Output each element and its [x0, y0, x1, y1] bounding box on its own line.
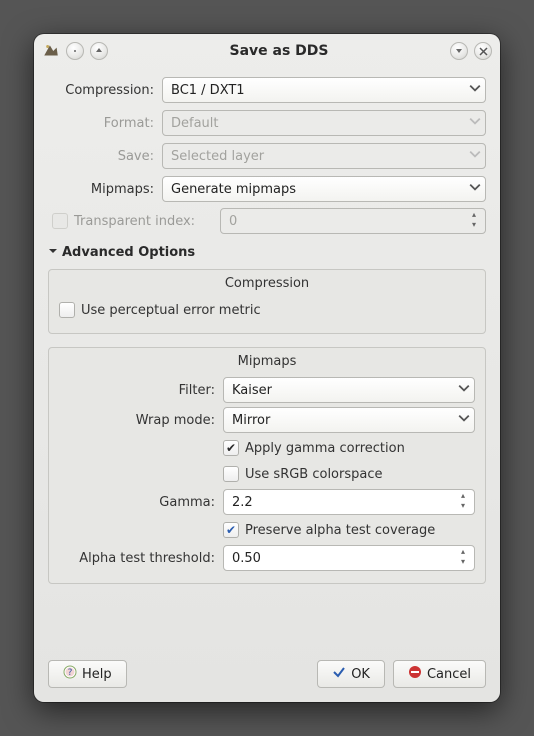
- maximize-button[interactable]: [90, 42, 108, 60]
- dropdown-value: Generate mipmaps: [171, 182, 296, 197]
- label-save: Save:: [48, 149, 156, 164]
- minimize-button[interactable]: [66, 42, 84, 60]
- checkbox-srgb[interactable]: [223, 466, 239, 482]
- label-gamma-correction: Apply gamma correction: [245, 441, 405, 456]
- dropdown-value: BC1 / DXT1: [171, 83, 245, 98]
- row-perceptual: Use perceptual error metric: [59, 297, 475, 323]
- row-gamma: Gamma: 2.2 ▴▾: [59, 487, 475, 517]
- spin-transparent-index: 0 ▴▾: [220, 208, 486, 234]
- row-gamma-correction: Apply gamma correction: [223, 435, 475, 461]
- help-button[interactable]: ? Help: [48, 660, 127, 688]
- row-wrap: Wrap mode: Mirror: [59, 405, 475, 435]
- button-label: OK: [351, 667, 370, 682]
- ok-icon: [332, 665, 346, 683]
- dialog-window: Save as DDS Compression: BC1 / DXT1 Form…: [34, 34, 500, 702]
- button-label: Cancel: [427, 667, 471, 682]
- panel-title-compression: Compression: [59, 276, 475, 291]
- row-filter: Filter: Kaiser: [59, 375, 475, 405]
- dropdown-value: Mirror: [232, 413, 270, 428]
- dropdown-wrap[interactable]: Mirror: [223, 407, 475, 433]
- panel-mipmaps: Mipmaps Filter: Kaiser Wrap mode: Mirror…: [48, 347, 486, 584]
- spin-value: 0.50: [232, 551, 261, 566]
- chevron-down-icon: [458, 412, 470, 428]
- label-transparent-index: Transparent index:: [74, 214, 214, 229]
- chevron-down-icon: [469, 181, 481, 197]
- panel-title-mipmaps: Mipmaps: [59, 354, 475, 369]
- cancel-icon: [408, 665, 422, 683]
- dropdown-value: Kaiser: [232, 383, 272, 398]
- label-preserve-alpha: Preserve alpha test coverage: [245, 523, 435, 538]
- titlebar[interactable]: Save as DDS: [34, 34, 500, 68]
- checkbox-perceptual[interactable]: [59, 302, 75, 318]
- button-bar: ? Help OK Cancel: [34, 652, 500, 702]
- dialog-content: Compression: BC1 / DXT1 Format: Default …: [34, 68, 500, 652]
- label-wrap: Wrap mode:: [59, 413, 215, 428]
- checkbox-preserve-alpha[interactable]: [223, 522, 239, 538]
- dropdown-value: Default: [171, 116, 219, 131]
- panel-compression: Compression Use perceptual error metric: [48, 269, 486, 334]
- row-compression: Compression: BC1 / DXT1: [48, 76, 486, 104]
- chevron-down-icon: [48, 245, 58, 260]
- label-gamma: Gamma:: [59, 495, 215, 510]
- dropdown-mipmaps[interactable]: Generate mipmaps: [162, 176, 486, 202]
- app-icon: [42, 42, 60, 60]
- label-mipmaps: Mipmaps:: [48, 182, 156, 197]
- label-perceptual: Use perceptual error metric: [81, 303, 261, 318]
- label-filter: Filter:: [59, 383, 215, 398]
- row-preserve-alpha: Preserve alpha test coverage: [223, 517, 475, 543]
- label-alpha-threshold: Alpha test threshold:: [59, 551, 215, 566]
- row-transparent-index: Transparent index: 0 ▴▾: [52, 208, 486, 234]
- dropdown-value: Selected layer: [171, 149, 264, 164]
- svg-text:?: ?: [68, 668, 73, 678]
- dropdown-format: Default: [162, 110, 486, 136]
- window-title: Save as DDS: [114, 43, 444, 59]
- dropdown-save: Selected layer: [162, 143, 486, 169]
- spin-buttons: ▴▾: [467, 211, 481, 231]
- chevron-down-icon: [458, 382, 470, 398]
- shade-button[interactable]: [450, 42, 468, 60]
- row-alpha-threshold: Alpha test threshold: 0.50 ▴▾: [59, 543, 475, 573]
- close-button[interactable]: [474, 42, 492, 60]
- checkbox-transparent-index: [52, 213, 68, 229]
- chevron-down-icon: [469, 148, 481, 164]
- expander-advanced[interactable]: Advanced Options: [48, 245, 486, 260]
- label-srgb: Use sRGB colorspace: [245, 467, 383, 482]
- chevron-down-icon: [469, 82, 481, 98]
- spin-buttons[interactable]: ▴▾: [456, 492, 470, 512]
- spin-value: 0: [229, 214, 237, 229]
- spin-gamma[interactable]: 2.2 ▴▾: [223, 489, 475, 515]
- label-compression: Compression:: [48, 83, 156, 98]
- row-save: Save: Selected layer: [48, 142, 486, 170]
- row-format: Format: Default: [48, 109, 486, 137]
- button-label: Help: [82, 667, 112, 682]
- dropdown-filter[interactable]: Kaiser: [223, 377, 475, 403]
- expander-label: Advanced Options: [62, 245, 195, 260]
- spin-alpha-threshold[interactable]: 0.50 ▴▾: [223, 545, 475, 571]
- chevron-down-icon: [469, 115, 481, 131]
- row-srgb: Use sRGB colorspace: [223, 461, 475, 487]
- ok-button[interactable]: OK: [317, 660, 385, 688]
- row-mipmaps: Mipmaps: Generate mipmaps: [48, 175, 486, 203]
- cancel-button[interactable]: Cancel: [393, 660, 486, 688]
- dropdown-compression[interactable]: BC1 / DXT1: [162, 77, 486, 103]
- spin-value: 2.2: [232, 495, 253, 510]
- checkbox-gamma-correction[interactable]: [223, 440, 239, 456]
- label-format: Format:: [48, 116, 156, 131]
- spin-buttons[interactable]: ▴▾: [456, 548, 470, 568]
- help-icon: ?: [63, 665, 77, 683]
